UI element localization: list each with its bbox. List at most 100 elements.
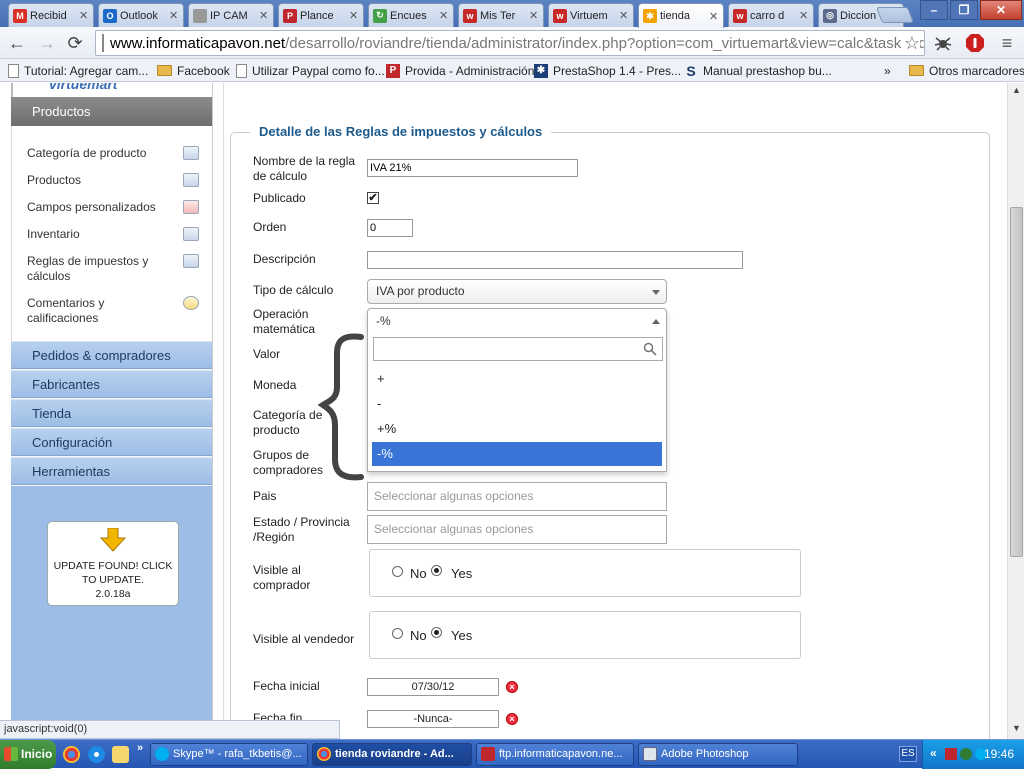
task-label: Skype™ - rafa_tkbetis@... <box>173 748 302 760</box>
browser-tab[interactable]: w Virtuem ✕ <box>548 3 634 27</box>
tab-label: carro d <box>750 9 785 22</box>
wrench-menu-icon[interactable]: ≡ <box>996 32 1018 54</box>
sidebar-item-categoria[interactable]: Categoría de producto <box>27 146 199 161</box>
tab-label: Encues <box>390 9 427 22</box>
tab-close-icon[interactable]: ✕ <box>79 9 89 22</box>
published-checkbox[interactable]: ✔ <box>367 192 379 204</box>
calc-type-select[interactable]: IVA por producto <box>367 279 667 304</box>
bookmark-item[interactable]: ✱ PrestaShop 1.4 - Pres... <box>534 62 681 79</box>
dropdown-option-plus-percent[interactable]: +% <box>372 417 662 441</box>
rule-name-input[interactable] <box>367 159 578 177</box>
browser-tab[interactable]: w carro d ✕ <box>728 3 814 27</box>
chrome-quicklaunch-icon[interactable] <box>63 746 80 763</box>
address-bar[interactable]: www.informaticapavon.net/desarrollo/rovi… <box>95 30 925 56</box>
filezilla-icon <box>481 747 495 761</box>
chrome-icon <box>317 747 331 761</box>
bookmark-item[interactable]: Facebook <box>157 62 230 79</box>
math-operation-dropdown[interactable]: -% + - +% -% <box>367 308 667 472</box>
visible-buyer-yes-radio[interactable] <box>431 565 442 576</box>
visible-seller-no-radio[interactable] <box>392 628 403 639</box>
visible-seller-group: No Yes <box>369 611 801 659</box>
bookmarks-overflow-chevron[interactable]: » <box>884 62 891 79</box>
shield-tray-icon[interactable] <box>960 748 972 760</box>
quicklaunch-overflow-icon[interactable]: » <box>137 742 143 754</box>
bookmark-item[interactable]: Tutorial: Agregar cam... <box>8 62 148 79</box>
sidebar-section-pedidos[interactable]: Pedidos & compradores <box>11 341 212 369</box>
ie-quicklaunch-icon[interactable] <box>88 746 105 763</box>
forward-arrow-icon[interactable]: → <box>36 32 58 54</box>
browser-tab[interactable]: P Plance ✕ <box>278 3 364 27</box>
tab-close-icon[interactable]: ✕ <box>349 9 359 22</box>
scroll-down-arrow-icon[interactable]: ▼ <box>1010 723 1023 736</box>
tray-expand-icon[interactable]: « <box>930 746 937 760</box>
visible-seller-yes-radio[interactable] <box>431 627 442 638</box>
filezilla-tray-icon[interactable] <box>945 748 957 760</box>
bookmark-item[interactable]: Utilizar Paypal como fo... <box>236 62 385 79</box>
outlook-quicklaunch-icon[interactable] <box>112 746 129 763</box>
sidebar-section-configuracion[interactable]: Configuración <box>11 428 212 456</box>
taskbar-item-chrome[interactable]: tienda roviandre - Ad... <box>312 743 472 766</box>
tab-close-icon[interactable]: ✕ <box>439 9 449 22</box>
browser-tab[interactable]: ↻ Encues ✕ <box>368 3 454 27</box>
clear-end-date-icon[interactable]: × <box>506 713 518 725</box>
browser-tab[interactable]: w Mis Ter ✕ <box>458 3 544 27</box>
browser-tab[interactable]: IP CAM ✕ <box>188 3 274 27</box>
scroll-up-arrow-icon[interactable]: ▲ <box>1010 85 1023 98</box>
maximize-button[interactable]: ❐ <box>950 0 978 20</box>
sidebar-item-comentarios[interactable]: Comentarios y calificaciones <box>27 296 199 326</box>
url-path: /desarrollo/roviandre/tienda/administrat… <box>285 34 925 52</box>
yes-label: Yes <box>451 628 473 643</box>
bookmark-star-icon[interactable]: ☆ <box>900 33 920 54</box>
order-label: Orden <box>253 220 287 234</box>
country-multiselect[interactable]: Seleccionar algunas opciones <box>367 482 667 511</box>
adblock-icon[interactable] <box>964 32 986 54</box>
browser-tab[interactable]: M Recibid ✕ <box>8 3 94 27</box>
clear-start-date-icon[interactable]: × <box>506 681 518 693</box>
math-operation-current[interactable]: -% <box>368 309 666 334</box>
sidebar-section-productos[interactable]: Productos <box>11 97 212 126</box>
start-button[interactable]: Inicio <box>0 740 56 769</box>
tab-close-icon[interactable]: ✕ <box>529 9 539 22</box>
sidebar-item-reglas[interactable]: Reglas de impuestos y cálculos <box>27 254 199 284</box>
taskbar-item-photoshop[interactable]: Adobe Photoshop <box>638 743 798 766</box>
start-date-input[interactable]: 07/30/12 <box>367 678 499 696</box>
browser-tab[interactable]: ✱ tienda ✕ <box>638 3 724 28</box>
state-multiselect[interactable]: Seleccionar algunas opciones <box>367 515 667 544</box>
visible-buyer-no-radio[interactable] <box>392 566 403 577</box>
sidebar-item-label: Campos personalizados <box>27 200 156 214</box>
extension-bug-icon[interactable] <box>932 32 954 54</box>
dropdown-option-plus[interactable]: + <box>372 367 662 391</box>
tab-close-icon[interactable]: ✕ <box>259 9 269 22</box>
tab-close-icon[interactable]: ✕ <box>619 9 629 22</box>
sidebar-section-herramientas[interactable]: Herramientas <box>11 457 212 485</box>
tab-close-icon[interactable]: ✕ <box>799 9 809 22</box>
update-notice-button[interactable]: UPDATE FOUND! CLICK TO UPDATE. 2.0.18a <box>47 521 179 606</box>
dropdown-option-minus[interactable]: - <box>372 392 662 416</box>
dropdown-search-input[interactable] <box>373 337 663 361</box>
sidebar-section-fabricantes[interactable]: Fabricantes <box>11 370 212 398</box>
browser-tab[interactable]: O Outlook ✕ <box>98 3 184 27</box>
sidebar-section-tienda[interactable]: Tienda <box>11 399 212 427</box>
close-window-button[interactable]: ✕ <box>980 0 1022 20</box>
bookmark-item[interactable]: P Provida - Administración <box>386 62 534 79</box>
tab-close-icon[interactable]: ✕ <box>169 9 179 22</box>
sidebar-item-campos[interactable]: Campos personalizados <box>27 200 199 215</box>
minimize-button[interactable]: – <box>920 0 948 20</box>
taskbar-item-skype[interactable]: Skype™ - rafa_tkbetis@... <box>150 743 308 766</box>
tab-close-icon[interactable]: ✕ <box>709 10 719 23</box>
description-input[interactable] <box>367 251 743 269</box>
new-tab-button[interactable] <box>876 7 914 23</box>
sidebar-item-inventario[interactable]: Inventario <box>27 227 199 242</box>
order-input[interactable] <box>367 219 413 237</box>
reload-icon[interactable]: ⟳ <box>64 32 86 54</box>
language-indicator[interactable]: ES <box>899 746 917 762</box>
back-arrow-icon[interactable]: ← <box>6 32 28 54</box>
sidebar-item-productos[interactable]: Productos <box>27 173 199 188</box>
bookmark-item[interactable]: S Manual prestashop bu... <box>684 62 831 79</box>
dropdown-option-minus-percent[interactable]: -% <box>372 442 662 466</box>
end-date-input[interactable]: -Nunca- <box>367 710 499 728</box>
scrollbar-thumb[interactable] <box>1010 207 1023 557</box>
other-bookmarks[interactable]: Otros marcadores <box>909 62 1024 79</box>
taskbar-item-filezilla[interactable]: ftp.informaticapavon.ne... <box>476 743 634 766</box>
page-scrollbar[interactable]: ▲ ▼ <box>1007 83 1024 739</box>
